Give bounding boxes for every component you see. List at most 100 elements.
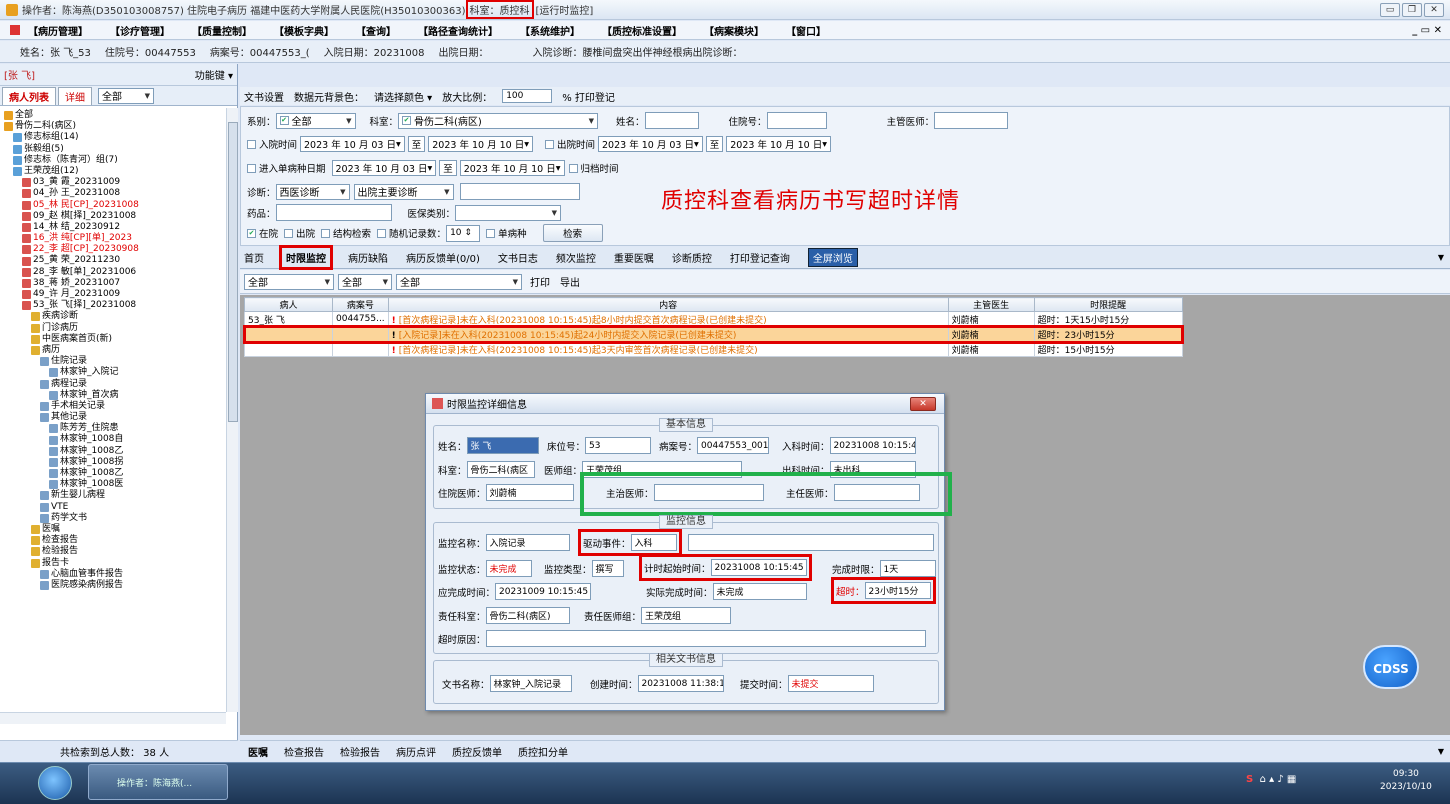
filter-select-1[interactable]: 全部 ▼ <box>244 273 334 290</box>
tree-item[interactable]: 09_赵 棋[择]_20231008 <box>0 211 226 222</box>
tab-print-register[interactable]: 打印登记查询 <box>730 250 790 265</box>
close-icon[interactable]: ✕ <box>1424 2 1444 17</box>
tab-fullscreen[interactable]: 全屏浏览 <box>807 248 858 267</box>
mdi-controls[interactable]: _ ▭ ✕ <box>1412 25 1442 36</box>
menu-item[interactable]: 【窗口】 <box>786 23 826 38</box>
close-icon[interactable]: ✕ <box>910 396 936 411</box>
admit-date-to[interactable]: 2023 年 10 月 10 日 ▾ <box>428 136 533 152</box>
function-key-dropdown[interactable]: 功能键 ▾ <box>195 67 233 82</box>
type-field[interactable]: 撰写 <box>591 560 624 577</box>
discharged-checkbox[interactable] <box>284 228 294 238</box>
tree-item[interactable]: 手术相关记录 <box>0 401 226 412</box>
monitor-name-field[interactable]: 入院记录 <box>485 534 570 551</box>
windows-start-icon[interactable] <box>38 766 72 800</box>
single-disease-filter-checkbox[interactable] <box>486 228 496 238</box>
col-content[interactable]: 内容 <box>387 297 949 312</box>
table-row-selected[interactable]: ! [入院记录]未在入科(20231008 10:15:45)起24小时内提交入院… <box>242 324 1185 344</box>
tab-qc-feedback[interactable]: 质控反馈单 <box>452 744 502 759</box>
color-select[interactable]: 请选择颜色 ▾ <box>374 89 432 104</box>
discharge-date-from[interactable]: 2023 年 10 月 03 日 ▾ <box>598 136 703 152</box>
tree-item[interactable]: 22_李 超[CP]_20230908 <box>0 244 226 255</box>
tab-diagnosis-qc[interactable]: 诊断质控 <box>672 250 712 265</box>
zoom-input[interactable]: 100 <box>502 89 553 103</box>
tree-item[interactable]: 病程记录 <box>0 379 226 390</box>
drug-input[interactable] <box>275 204 392 221</box>
dept-field[interactable]: 骨伤二科(病区 <box>466 461 535 478</box>
admit-time-checkbox[interactable] <box>247 139 256 149</box>
filter-select-2[interactable]: 全部 ▼ <box>338 273 392 290</box>
tab-important-orders[interactable]: 重要医嘱 <box>614 250 654 265</box>
search-button[interactable]: 检索 <box>542 224 603 242</box>
tree-item[interactable]: 王荣茂组(12) <box>0 166 226 177</box>
tree-item[interactable]: 检验报告 <box>0 546 226 557</box>
doc-settings-button[interactable]: 文书设置 <box>244 89 284 104</box>
overtime-reason-field[interactable] <box>485 630 926 647</box>
tree-item[interactable]: 修志标（陈青河）组(7) <box>0 155 226 166</box>
admit-date-from[interactable]: 2023 年 10 月 03 日 ▾ <box>300 136 405 152</box>
tree-item[interactable]: 林家钟_1008乙 <box>0 446 226 457</box>
tree-item[interactable]: 38_蒋 娇_20231007 <box>0 278 226 289</box>
tree-item[interactable]: 新生婴儿病程 <box>0 490 226 501</box>
menu-item[interactable]: 【路径查询统计】 <box>418 23 498 38</box>
record-field[interactable]: 00447553_001 <box>697 437 770 454</box>
tree-item[interactable]: 49_许 月_20231009 <box>0 289 226 300</box>
col-patient[interactable]: 病人 <box>244 297 333 312</box>
resident-field[interactable]: 刘蔚楠 <box>485 484 574 501</box>
tree-item[interactable]: 全部 <box>0 110 226 121</box>
tree-item[interactable]: 病历 <box>0 345 226 356</box>
diagnosis-kind-select[interactable]: 出院主要诊断 ▼ <box>353 183 454 200</box>
menu-item[interactable]: 【病历管理】 <box>28 23 88 38</box>
tree-item[interactable]: 林家钟_1008乙 <box>0 468 226 479</box>
taskbar-app-item[interactable]: 操作者：陈海燕(... <box>88 764 228 800</box>
archive-checkbox[interactable] <box>568 163 578 173</box>
tree-item[interactable]: 修志标组(14) <box>0 132 226 143</box>
tab-feedback[interactable]: 病历反馈单(0/0) <box>406 250 480 265</box>
overtime-field[interactable]: 23小时15分 <box>864 582 931 599</box>
deadline-field[interactable]: 1天 <box>879 560 936 577</box>
dept-group-select[interactable]: ✔ 全部 ▼ <box>275 112 356 129</box>
tree-item[interactable]: 医院感染病例报告 <box>0 580 226 591</box>
tab-document-log[interactable]: 文书日志 <box>498 250 538 265</box>
tab-record-review[interactable]: 病历点评 <box>396 744 436 759</box>
trigger-event-extra[interactable] <box>688 534 934 551</box>
menu-item[interactable]: 【查询】 <box>356 23 396 38</box>
tab-time-limit-monitor[interactable]: 时限监控 <box>279 245 333 270</box>
tree-item[interactable]: 林家钟_1008医 <box>0 479 226 490</box>
filter-select-3[interactable]: 全部 ▼ <box>396 273 522 290</box>
tab-patient-list[interactable]: 病人列表 <box>2 86 56 105</box>
tree-item[interactable]: 25_黄 荣_20211230 <box>0 255 226 266</box>
col-record[interactable]: 病案号 <box>332 297 389 312</box>
restore-icon[interactable]: ❐ <box>1402 2 1422 17</box>
tree-item[interactable]: 骨伤二科(病区) <box>0 121 226 132</box>
tree-item[interactable]: 林家钟_入院记 <box>0 367 226 378</box>
tree-item[interactable]: VTE <box>0 502 226 513</box>
tree-item[interactable]: 林家钟_首次病 <box>0 390 226 401</box>
tab-detail[interactable]: 详细 <box>58 86 92 105</box>
name-field[interactable]: 张 飞 <box>466 437 539 454</box>
table-row[interactable]: 53_张 飞 0044755... ! [首次病程记录]未在入科(20231008… <box>244 311 1183 327</box>
random-count-stepper[interactable]: 10 ⇕ <box>446 224 481 242</box>
menu-item[interactable]: 【质控标准设置】 <box>602 23 682 38</box>
menu-item[interactable]: 【诊疗管理】 <box>110 23 170 38</box>
random-checkbox[interactable] <box>377 228 387 238</box>
scope-select[interactable]: 全部 ▼ <box>98 87 154 104</box>
doc-name-field[interactable]: 林家钟_入院记录 <box>489 675 572 692</box>
actual-time-field[interactable]: 未完成 <box>712 583 807 600</box>
name-input[interactable] <box>644 112 699 129</box>
create-time-field[interactable]: 20231008 11:38:1 <box>637 675 724 692</box>
tree-item[interactable]: 53_张 飞[择]_20231008 <box>0 300 226 311</box>
tree-item[interactable]: 张毅组(5) <box>0 144 226 155</box>
scrollbar-thumb[interactable] <box>228 122 238 422</box>
tree-item[interactable]: 林家钟_1008自 <box>0 434 226 445</box>
single-disease-checkbox[interactable] <box>247 163 256 173</box>
tree-item[interactable]: 医嘱 <box>0 524 226 535</box>
menu-item[interactable]: 【模板字典】 <box>274 23 334 38</box>
export-button[interactable]: 导出 <box>560 274 580 289</box>
tree-item[interactable]: 05_林 民[CP]_20231008 <box>0 200 226 211</box>
tab-orders[interactable]: 医嘱 <box>248 744 268 759</box>
chevron-down-icon[interactable]: ▼ <box>1438 747 1444 756</box>
single-date-to[interactable]: 2023 年 10 月 10 日 ▾ <box>459 160 565 176</box>
discharge-date-to[interactable]: 2023 年 10 月 10 日 ▾ <box>726 136 831 152</box>
tree-horizontal-scrollbar[interactable] <box>0 712 226 724</box>
resp-group-field[interactable]: 王荣茂组 <box>641 607 732 624</box>
